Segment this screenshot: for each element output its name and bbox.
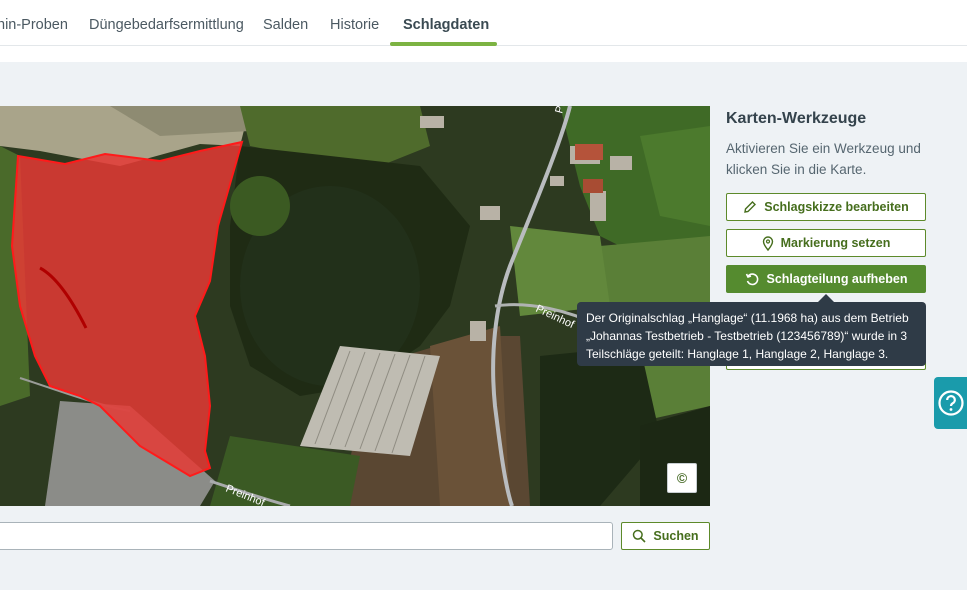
help-icon xyxy=(937,390,964,416)
tooltip-line: „Johannas Testbetrieb - Testbetrieb (123… xyxy=(586,329,908,343)
tab-schlagdaten[interactable]: Schlagdaten xyxy=(403,17,489,33)
map-copyright-button[interactable]: © xyxy=(667,463,697,493)
tooltip-line: Teilschläge geteilt: Hanglage 1, Hanglag… xyxy=(586,347,889,361)
tooltip-arrow xyxy=(818,294,834,302)
edit-sketch-label: Schlagskizze bearbeiten xyxy=(764,200,909,214)
tab-duengebedarfsermittlung[interactable]: Düngebedarfsermittlung xyxy=(89,17,244,33)
undo-split-button[interactable]: Schlagteilung aufheben xyxy=(726,265,926,293)
undo-split-label: Schlagteilung aufheben xyxy=(766,272,908,286)
split-info-tooltip: Der Originalschlag „Hanglage“ (11.1968 h… xyxy=(577,302,926,366)
undo-icon xyxy=(745,272,758,285)
search-button-label: Suchen xyxy=(653,529,699,543)
help-button[interactable] xyxy=(934,377,967,429)
set-marker-button[interactable]: Markierung setzen xyxy=(726,229,926,257)
tab-proben[interactable]: hin-Proben xyxy=(0,17,68,33)
active-tab-indicator xyxy=(390,42,497,46)
top-navigation: hin-Proben Düngebedarfsermittlung Salden… xyxy=(0,0,967,46)
tab-salden[interactable]: Salden xyxy=(263,17,308,33)
tools-title: Karten-Werkzeuge xyxy=(726,110,867,127)
pencil-icon xyxy=(744,201,757,213)
map-pin-icon xyxy=(762,235,773,251)
search-button[interactable]: Suchen xyxy=(621,522,710,550)
search-input[interactable] xyxy=(0,522,613,550)
search-icon xyxy=(633,529,646,543)
tab-historie[interactable]: Historie xyxy=(330,17,379,33)
tools-description: Aktivieren Sie ein Werkzeug und klicken … xyxy=(726,141,921,177)
edit-sketch-button[interactable]: Schlagskizze bearbeiten xyxy=(726,193,926,221)
set-marker-label: Markierung setzen xyxy=(780,236,891,250)
tooltip-line: Der Originalschlag „Hanglage“ (11.1968 h… xyxy=(586,311,909,325)
